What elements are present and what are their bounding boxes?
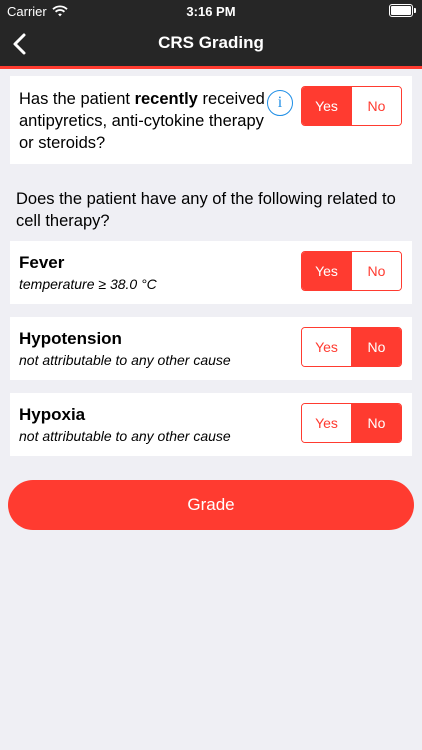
page-title: CRS Grading (158, 33, 264, 52)
status-bar: Carrier 3:16 PM (0, 0, 422, 22)
header-accent-bar (0, 66, 422, 69)
recent-therapy-yes-no-toggle: Yes No (301, 86, 402, 126)
question-text: Has the patient recently received antipy… (19, 88, 269, 154)
no-option[interactable]: No (352, 404, 401, 442)
hypotension-card: Hypotension not attributable to any othe… (10, 317, 412, 380)
question-text-emphasis: recently (134, 90, 198, 108)
hypoxia-card: Hypoxia not attributable to any other ca… (10, 393, 412, 456)
no-option[interactable]: No (352, 87, 401, 125)
item-description: temperature ≥ 38.0 °C (19, 276, 157, 292)
nav-bar: CRS Grading (0, 22, 422, 66)
hypotension-yes-no-toggle: Yes No (301, 327, 402, 367)
fever-card: Fever temperature ≥ 38.0 °C Yes No (10, 241, 412, 304)
recent-therapy-question-card: Has the patient recently received antipy… (10, 76, 412, 164)
fever-yes-no-toggle: Yes No (301, 251, 402, 291)
section-label: Does the patient have any of the followi… (16, 190, 396, 230)
item-name: Fever (19, 253, 65, 272)
yes-option[interactable]: Yes (302, 252, 352, 290)
item-name: Hypoxia (19, 405, 86, 424)
grade-button[interactable]: Grade (8, 480, 414, 530)
item-name: Hypotension (19, 329, 122, 348)
yes-option[interactable]: Yes (302, 328, 352, 366)
yes-option[interactable]: Yes (302, 404, 352, 442)
item-description: not attributable to any other cause (19, 352, 231, 368)
item-description: not attributable to any other cause (19, 428, 231, 444)
header: Carrier 3:16 PM CRS Grading (0, 0, 422, 66)
hypoxia-yes-no-toggle: Yes No (301, 403, 402, 443)
no-option[interactable]: No (352, 328, 401, 366)
info-icon[interactable]: i (267, 90, 293, 116)
status-time: 3:16 PM (186, 4, 236, 19)
battery-icon (389, 4, 416, 17)
yes-option[interactable]: Yes (302, 87, 352, 125)
no-option[interactable]: No (352, 252, 401, 290)
question-text-part: Has the patient (19, 90, 135, 108)
